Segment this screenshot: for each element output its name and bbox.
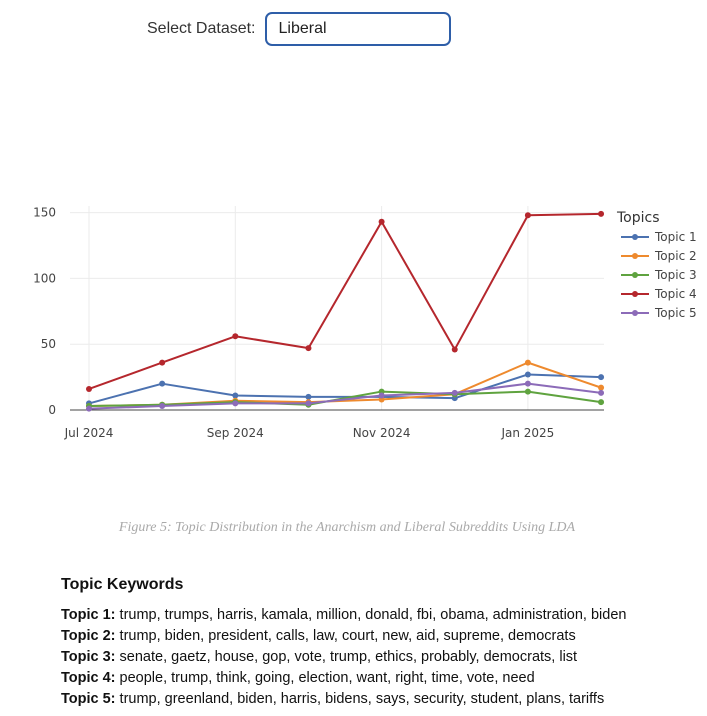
legend-marker [632, 310, 638, 316]
data-point [232, 400, 239, 407]
data-point [451, 346, 458, 353]
data-point [524, 388, 531, 395]
y-tick-label: 0 [48, 403, 56, 417]
data-point [524, 380, 531, 387]
legend-marker [632, 253, 638, 259]
keyword-line-topic-2: Topic 2: trump, biden, president, calls,… [61, 626, 701, 647]
data-point [232, 392, 239, 399]
data-point [524, 359, 531, 366]
keyword-line-topic-5: Topic 5: trump, greenland, biden, harris… [61, 689, 701, 710]
data-point [159, 380, 166, 387]
data-point [305, 400, 312, 407]
legend-marker [632, 234, 638, 240]
data-point [598, 374, 605, 381]
x-tick-label: Nov 2024 [353, 426, 411, 440]
data-point [524, 212, 531, 219]
keyword-line-topic-1: Topic 1: trump, trumps, harris, kamala, … [61, 605, 701, 626]
keyword-list: trump, biden, president, calls, law, cou… [119, 628, 576, 644]
y-tick-label: 50 [41, 337, 56, 351]
legend-marker [632, 291, 638, 297]
keyword-topic-name: Topic 2: [61, 628, 116, 644]
data-point [524, 371, 531, 378]
data-point [598, 210, 605, 217]
keyword-topic-name: Topic 4: [61, 670, 116, 686]
data-point [86, 385, 92, 392]
x-tick-label: Jul 2024 [64, 426, 114, 440]
keyword-list: people, trump, think, going, election, w… [119, 670, 535, 686]
data-point [232, 333, 239, 340]
x-tick-label: Jan 2025 [500, 426, 554, 440]
keyword-topic-name: Topic 5: [61, 691, 116, 707]
keywords-heading: Topic Keywords [61, 576, 184, 593]
legend-title: Topics [616, 210, 660, 226]
legend-label: Topic 4 [654, 287, 697, 301]
legend-label: Topic 2 [654, 249, 697, 263]
legend-label: Topic 5 [654, 306, 697, 320]
data-point [378, 218, 385, 225]
y-tick-label: 100 [33, 271, 56, 285]
series-line-topic-4 [88, 212, 602, 390]
legend-label: Topic 1 [654, 230, 697, 244]
data-point [159, 403, 166, 410]
data-point [86, 405, 92, 412]
topic-keywords: Topic Keywords Topic 1: trump, trumps, h… [61, 576, 701, 710]
figure-caption: Figure 5: Topic Distribution in the Anar… [118, 520, 576, 535]
data-point [305, 393, 312, 400]
data-point [598, 384, 605, 391]
keyword-list: senate, gaetz, house, gop, vote, trump, … [119, 649, 578, 665]
legend-label: Topic 3 [654, 268, 697, 282]
data-point [598, 399, 605, 406]
data-point [305, 345, 312, 352]
keyword-line-topic-4: Topic 4: people, trump, think, going, el… [61, 668, 701, 689]
data-point [159, 359, 166, 366]
keyword-topic-name: Topic 3: [61, 649, 116, 665]
data-point [598, 389, 605, 396]
x-tick-label: Sep 2024 [207, 426, 264, 440]
data-point [451, 389, 458, 396]
keyword-list: trump, greenland, biden, harris, bidens,… [119, 691, 605, 707]
legend-marker [632, 272, 638, 278]
keyword-line-topic-3: Topic 3: senate, gaetz, house, gop, vote… [61, 647, 701, 668]
data-point [378, 392, 385, 399]
topic-line-chart: 0 50 100 150 Jul 2024 Sep 2024 Nov 2024 Jan 202… [33, 206, 697, 440]
keyword-list: trump, trumps, harris, kamala, million, … [119, 607, 627, 623]
keyword-topic-name: Topic 1: [61, 607, 116, 623]
y-tick-label: 150 [33, 206, 56, 220]
